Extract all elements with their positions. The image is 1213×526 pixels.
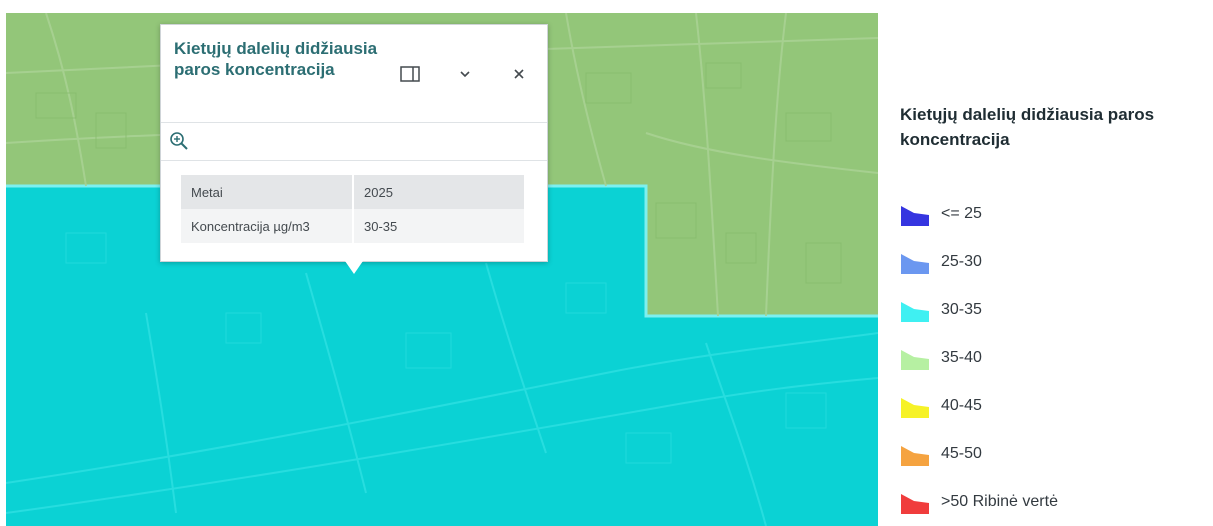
legend-swatch-shape bbox=[901, 302, 929, 322]
legend-swatch-shape bbox=[901, 398, 929, 418]
legend-swatch bbox=[901, 206, 929, 226]
legend-swatch-shape bbox=[901, 350, 929, 370]
legend-swatch-shape bbox=[901, 494, 929, 514]
collapse-button[interactable] bbox=[454, 63, 476, 85]
legend-item: <= 25 bbox=[900, 202, 1200, 228]
legend-item: 45-50 bbox=[900, 442, 1200, 468]
zoom-to-button[interactable] bbox=[169, 131, 191, 153]
dock-panel-icon bbox=[400, 66, 420, 82]
legend-label: 35-40 bbox=[941, 349, 982, 366]
legend-item: 40-45 bbox=[900, 394, 1200, 420]
legend-label: 25-30 bbox=[941, 253, 982, 270]
legend-item: >50 Ribinė vertė bbox=[900, 490, 1200, 516]
legend-swatch bbox=[901, 398, 929, 418]
legend-swatch bbox=[901, 350, 929, 370]
attribute-row: Metai 2025 bbox=[181, 175, 524, 209]
chevron-down-icon bbox=[460, 71, 470, 78]
legend-label: 40-45 bbox=[941, 397, 982, 414]
attribute-value: 2025 bbox=[353, 175, 524, 209]
legend-swatch-shape bbox=[901, 446, 929, 466]
legend-label: >50 Ribinė vertė bbox=[941, 493, 1058, 510]
legend-label: <= 25 bbox=[941, 205, 982, 222]
popup-title: Kietųjų dalelių didžiausia paros koncent… bbox=[174, 39, 378, 79]
legend-swatch bbox=[901, 302, 929, 322]
legend-swatch bbox=[901, 446, 929, 466]
close-button[interactable] bbox=[508, 63, 530, 85]
legend-label: 45-50 bbox=[941, 445, 982, 462]
legend-panel: Kietųjų dalelių didžiausia paros koncent… bbox=[900, 0, 1213, 526]
attribute-table: Metai 2025 Koncentracija µg/m3 30-35 bbox=[181, 175, 524, 243]
zoom-to-icon bbox=[170, 132, 188, 150]
legend-swatch-shape bbox=[901, 254, 929, 274]
attribute-value: 30-35 bbox=[353, 209, 524, 243]
legend-swatch bbox=[901, 254, 929, 274]
popup-header: Kietųjų dalelių didžiausia paros koncent… bbox=[161, 25, 547, 123]
attribute-key: Metai bbox=[181, 175, 354, 209]
close-icon bbox=[514, 69, 524, 79]
legend-label: 30-35 bbox=[941, 301, 982, 318]
dock-button[interactable] bbox=[399, 63, 421, 85]
legend-swatch bbox=[901, 494, 929, 514]
attribute-row: Koncentracija µg/m3 30-35 bbox=[181, 209, 524, 243]
popup-pointer bbox=[345, 261, 363, 274]
popup-toolbar bbox=[161, 123, 547, 161]
legend-item: 25-30 bbox=[900, 250, 1200, 276]
legend-item: 30-35 bbox=[900, 298, 1200, 324]
legend-item: 35-40 bbox=[900, 346, 1200, 372]
legend-title: Kietųjų dalelių didžiausia paros koncent… bbox=[900, 105, 1155, 149]
feature-popup: Kietųjų dalelių didžiausia paros koncent… bbox=[160, 24, 548, 274]
attribute-key: Koncentracija µg/m3 bbox=[181, 209, 354, 243]
legend-swatch-shape bbox=[901, 206, 929, 226]
